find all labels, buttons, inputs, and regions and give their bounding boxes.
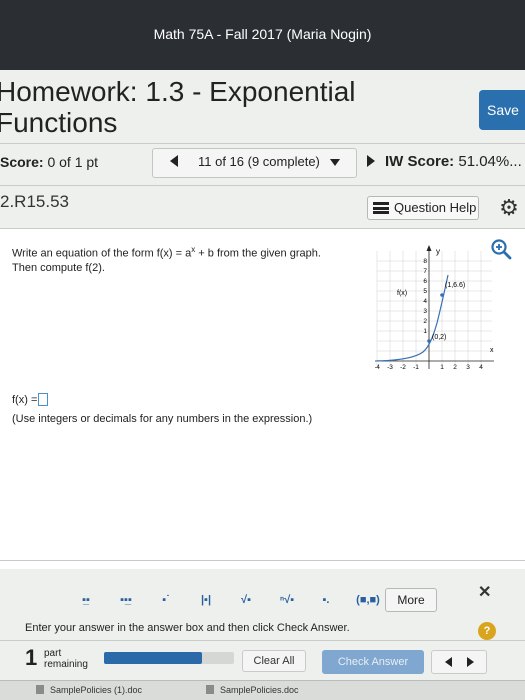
x-tick: -3 (387, 364, 393, 370)
interval-icon[interactable]: (■,■) (356, 585, 380, 615)
y-tick: 1 (423, 328, 427, 335)
answer-label: f(x) = (12, 394, 38, 406)
score-display: Score: 0 of 1 pt (0, 154, 98, 170)
point-label: (1,6.6) (445, 282, 465, 289)
decimal-icon[interactable]: ▪. (318, 585, 334, 615)
previous-part-arrow-icon[interactable] (445, 657, 452, 667)
next-part-arrow-icon[interactable] (467, 657, 474, 667)
parts-remaining-label: part remaining (44, 648, 88, 670)
absolute-value-icon[interactable]: |▪| (198, 585, 214, 615)
parts-remaining-count: 1 (25, 645, 38, 670)
gear-icon[interactable]: ⚙ (497, 196, 521, 220)
y-tick: 2 (423, 318, 427, 325)
mixed-number-icon[interactable]: ▪▪̲▪ (116, 585, 136, 615)
answer-instruction: Enter your answer in the answer box and … (25, 622, 350, 634)
download-item[interactable]: SamplePolicies (1).doc (36, 685, 142, 695)
question-number: 2.R15.53 (0, 192, 69, 211)
save-button[interactable]: Save (479, 90, 525, 130)
x-tick: 1 (440, 364, 444, 370)
divider (0, 640, 525, 641)
y-tick: 7 (423, 268, 427, 275)
divider (0, 185, 525, 186)
curve (376, 274, 449, 362)
nth-root-icon[interactable]: ⁿ√▪ (278, 585, 296, 615)
answer-hint: (Use integers or decimals for any number… (12, 413, 313, 425)
exponent-icon[interactable]: ▪˙ (158, 585, 174, 615)
download-item[interactable]: SamplePolicies.doc (206, 685, 299, 695)
document-icon (36, 685, 44, 694)
more-button[interactable]: More (385, 588, 437, 612)
question-selector[interactable]: 11 of 16 (9 complete) (198, 154, 320, 169)
answer-line: f(x) = (12, 393, 49, 406)
y-tick: 6 (423, 278, 427, 285)
y-axis-label: y (436, 247, 440, 256)
answer-input[interactable] (38, 393, 49, 406)
next-question-arrow-icon[interactable] (367, 155, 375, 167)
x-tick: 3 (466, 364, 470, 370)
question-help-button[interactable]: Question Help (367, 196, 479, 220)
exponential-graph: y x f(x) (1,6.6) (0,2) 8 7 6 5 4 3 2 1 -… (375, 245, 494, 370)
y-tick: 8 (423, 258, 427, 265)
y-axis-arrow-icon (426, 245, 432, 251)
course-title: Math 75A - Fall 2017 (Maria Nogin) (153, 26, 372, 42)
y-tick: 3 (423, 308, 427, 315)
curve-label: f(x) (397, 290, 407, 297)
score-value: 0 of 1 pt (47, 154, 99, 170)
y-tick: 5 (423, 288, 427, 295)
point-0-2 (427, 339, 431, 343)
clear-all-button[interactable]: Clear All (242, 650, 306, 672)
x-tick: -4 (375, 364, 380, 370)
x-tick: 4 (479, 364, 483, 370)
previous-question-arrow-icon[interactable] (170, 155, 178, 167)
y-tick: 4 (423, 298, 427, 305)
point-label: (0,2) (432, 334, 446, 341)
close-icon[interactable]: ✕ (478, 582, 491, 602)
help-icon[interactable]: ? (478, 622, 496, 640)
point-1-6-6 (440, 293, 444, 297)
divider (0, 560, 525, 561)
x-tick: 2 (453, 364, 457, 370)
chevron-down-icon[interactable] (330, 159, 340, 166)
document-icon (206, 685, 214, 694)
x-tick: -2 (400, 364, 406, 370)
question-help-label: Question Help (394, 200, 477, 215)
iw-score-label: IW Score: (385, 153, 455, 170)
square-root-icon[interactable]: √▪ (238, 585, 254, 615)
part-pager (431, 650, 487, 674)
fraction-icon[interactable]: ▪̲▪ (78, 585, 94, 615)
divider (0, 143, 525, 144)
homework-title: Homework: 1.3 - Exponential Functions (0, 76, 356, 138)
progress-bar (104, 652, 234, 664)
x-axis-label: x (490, 347, 494, 354)
top-bar: Math 75A - Fall 2017 (Maria Nogin) (0, 0, 525, 70)
iw-score: IW Score: 51.04%... (385, 153, 522, 170)
zoom-in-icon[interactable] (490, 238, 512, 260)
question-instruction: Write an equation of the form f(x) = ax … (12, 245, 321, 274)
iw-score-value: 51.04%... (458, 153, 522, 170)
x-tick: -1 (413, 364, 419, 370)
downloads-bar: SamplePolicies (1).doc SamplePolicies.do… (0, 680, 525, 700)
list-icon (373, 202, 389, 214)
check-answer-button[interactable]: Check Answer (322, 650, 424, 674)
score-label: Score: (0, 154, 44, 170)
progress-fill (104, 652, 202, 664)
